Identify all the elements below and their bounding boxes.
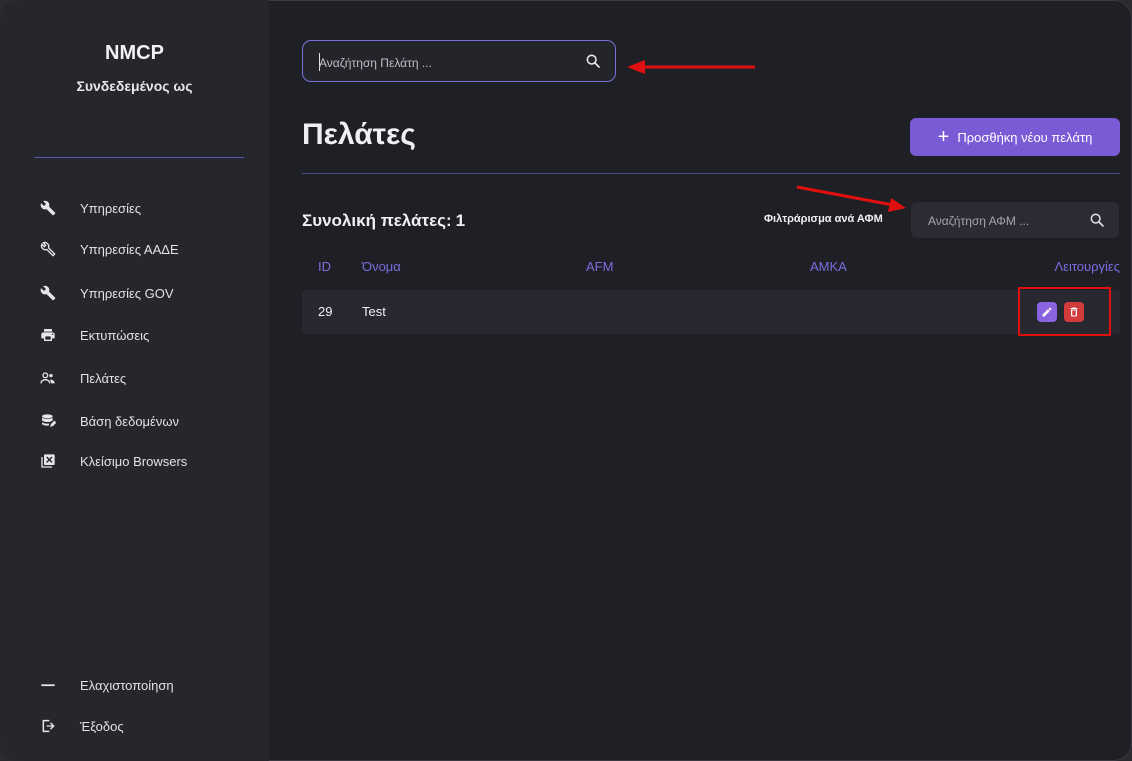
add-client-button[interactable]: + Προσθήκη νέου πελάτη [910, 118, 1120, 156]
column-header-actions: Λειτουργίες [1054, 259, 1120, 274]
close-box-icon [40, 453, 56, 469]
afm-search-input[interactable] [926, 211, 1080, 231]
column-header-amka[interactable]: AMKA [810, 259, 847, 274]
actions-highlight-annotation [1018, 287, 1111, 336]
sidebar-divider [34, 157, 244, 158]
table-row[interactable]: 29 Test [302, 290, 1120, 334]
cell-name: Test [362, 304, 386, 319]
sidebar-item-close-browsers[interactable]: Κλείσιμο Browsers [40, 448, 187, 474]
sidebar-item-label: Υπηρεσίες [80, 200, 142, 216]
sidebar-item-label: Πελάτες [80, 370, 127, 386]
app-window: NMCP Συνδεδεμένος ως Υπηρεσίες Υπηρεσίες… [0, 0, 1132, 761]
search-icon[interactable] [585, 53, 601, 69]
client-search-input[interactable] [317, 52, 571, 74]
wrench-icon [40, 285, 56, 301]
column-header-name[interactable]: Όνομα [362, 259, 401, 274]
sidebar-item-label: Εκτυπώσεις [80, 327, 150, 343]
column-header-afm[interactable]: AFM [586, 259, 613, 274]
sidebar-item-aade-services[interactable]: Υπηρεσίες ΑΑΔΕ [40, 236, 179, 262]
sidebar-item-logout[interactable]: Έξοδος [40, 713, 124, 739]
page-title: Πελάτες [302, 118, 416, 151]
total-clients-count: 1 [455, 211, 466, 230]
sidebar-item-label: Ελαχιστοποίηση [80, 677, 174, 693]
table-header: ID Όνομα AFM AMKA Λειτουργίες [302, 259, 1120, 279]
printer-icon [40, 327, 56, 343]
sidebar-item-label: Υπηρεσίες GOV [80, 285, 174, 301]
column-header-id[interactable]: ID [318, 259, 331, 274]
header-divider [302, 173, 1120, 174]
logout-icon [40, 718, 56, 734]
sidebar-item-clients[interactable]: Πελάτες [40, 365, 126, 391]
afm-search-box [911, 202, 1119, 238]
total-clients-label: Συνολική πελάτες: [302, 211, 452, 230]
sidebar-item-label: Βάση δεδομένων [80, 413, 179, 429]
wrench-icon [40, 200, 56, 216]
sidebar-item-label: Κλείσιμο Browsers [80, 453, 188, 469]
sidebar: NMCP Συνδεδεμένος ως Υπηρεσίες Υπηρεσίες… [0, 0, 269, 761]
search-icon[interactable] [1089, 212, 1105, 228]
cell-id: 29 [318, 304, 333, 319]
sidebar-item-database[interactable]: Βάση δεδομένων [40, 408, 179, 434]
sidebar-item-label: Έξοδος [80, 718, 124, 734]
brand-title: NMCP [105, 42, 164, 64]
total-clients: Συνολική πελάτες: 1 [302, 211, 465, 231]
sidebar-item-gov-services[interactable]: Υπηρεσίες GOV [40, 280, 174, 306]
minimize-icon [40, 677, 56, 693]
client-search-box [302, 40, 616, 82]
afm-filter-label: Φιλτράρισμα ανά ΑΦΜ [764, 213, 883, 225]
wrench-outline-icon [40, 241, 56, 257]
people-icon [40, 370, 56, 386]
sidebar-item-minimize[interactable]: Ελαχιστοποίηση [40, 672, 174, 698]
add-client-label: Προσθήκη νέου πελάτη [957, 129, 1093, 145]
sidebar-item-services[interactable]: Υπηρεσίες [40, 195, 141, 221]
database-icon [40, 413, 56, 429]
plus-icon: + [937, 126, 950, 148]
main-content: Πελάτες + Προσθήκη νέου πελάτη Συνολική … [269, 0, 1132, 761]
sidebar-item-label: Υπηρεσίες ΑΑΔΕ [80, 241, 179, 257]
sidebar-item-prints[interactable]: Εκτυπώσεις [40, 322, 149, 348]
logged-in-label: Συνδεδεμένος ως [76, 78, 193, 94]
